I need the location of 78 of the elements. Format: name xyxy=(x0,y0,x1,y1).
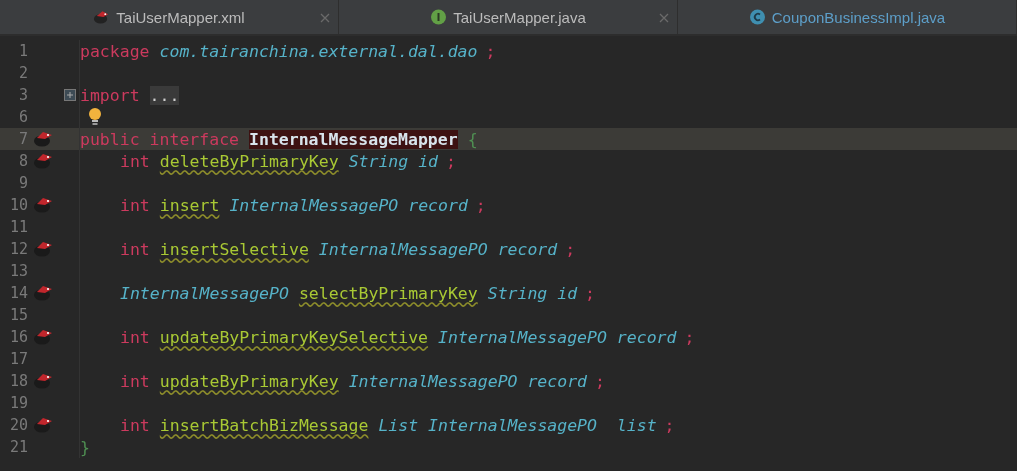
identifier: String id xyxy=(348,151,439,171)
bird-icon[interactable] xyxy=(32,328,54,346)
method-name: selectByPrimaryKey xyxy=(298,283,478,303)
line-number: 20 xyxy=(8,416,28,434)
method-name: insertSelective xyxy=(159,239,309,259)
tab-label: TaiUserMapper.xml xyxy=(116,8,245,26)
method-name: insert xyxy=(159,195,220,215)
identifier: InternalMessagePO record xyxy=(348,371,588,391)
keyword: interface xyxy=(149,129,239,149)
tab-label: CouponBusinessImpl.java xyxy=(771,8,946,26)
keyword: public xyxy=(80,129,140,149)
close-icon[interactable] xyxy=(659,13,669,23)
line-number: 19 xyxy=(8,394,28,412)
line-number: 15 xyxy=(8,306,28,324)
semicolon: ; xyxy=(485,41,496,61)
interface-name: InternalMessageMapper xyxy=(249,129,458,149)
line-number: 3 xyxy=(17,86,28,104)
method-name: deleteByPrimaryKey xyxy=(159,151,339,171)
identifier: List InternalMessagePO list xyxy=(378,415,657,435)
method-name: updateByPrimaryKey xyxy=(159,371,339,391)
editor-tab[interactable]: TaiUserMapper.xml xyxy=(0,0,339,34)
brace: } xyxy=(80,437,90,457)
keyword: int xyxy=(120,371,150,391)
keyword: int xyxy=(120,239,150,259)
line-number: 17 xyxy=(8,350,28,368)
line-number: 16 xyxy=(8,328,28,346)
line-number: 7 xyxy=(17,130,28,148)
line-number: 9 xyxy=(17,174,28,192)
line-number: 13 xyxy=(8,262,28,280)
keyword: int xyxy=(120,327,150,347)
bird-icon xyxy=(93,9,111,25)
line-number: 21 xyxy=(8,438,28,456)
editor-tab[interactable]: TaiUserMapper.java xyxy=(339,0,678,34)
bird-icon[interactable] xyxy=(32,152,54,170)
method-name: updateByPrimaryKeySelective xyxy=(159,327,429,347)
line-number: 6 xyxy=(17,108,28,126)
bird-icon[interactable] xyxy=(32,416,54,434)
line-number: 8 xyxy=(17,152,28,170)
editor-tab[interactable]: CouponBusinessImpl.java xyxy=(678,0,1017,34)
semicolon: ; xyxy=(585,283,596,303)
line-number: 2 xyxy=(17,64,28,82)
interface-icon xyxy=(430,9,448,25)
class-icon xyxy=(748,9,766,25)
keyword: int xyxy=(120,151,150,171)
bird-icon[interactable] xyxy=(32,372,54,390)
keyword: package xyxy=(80,41,150,61)
line-number: 11 xyxy=(8,218,28,236)
line-number: 10 xyxy=(8,196,28,214)
keyword: int xyxy=(120,195,150,215)
semicolon: ; xyxy=(595,371,605,391)
line-number: 14 xyxy=(8,284,28,302)
semicolon: ; xyxy=(664,415,675,435)
bird-icon[interactable] xyxy=(32,130,54,148)
keyword: int xyxy=(120,415,150,435)
bird-icon[interactable] xyxy=(32,284,54,302)
identifier: String id xyxy=(487,283,578,303)
identifier: InternalMessagePO record xyxy=(229,195,468,215)
keyword: import xyxy=(80,85,140,105)
identifier: InternalMessagePO record xyxy=(438,327,677,347)
identifier: InternalMessagePO record xyxy=(318,239,558,259)
identifier: InternalMessagePO xyxy=(120,283,289,303)
semicolon: ; xyxy=(475,195,486,215)
line-number: 18 xyxy=(8,372,28,390)
folded-imports: ... xyxy=(149,85,180,105)
line-number: 1 xyxy=(17,42,28,60)
identifier: com.tairanchina.external.dal.dao xyxy=(159,41,478,61)
semicolon: ; xyxy=(684,327,695,347)
lightbulb-icon[interactable] xyxy=(88,107,102,127)
semicolon: ; xyxy=(565,239,576,259)
line-number: 12 xyxy=(8,240,28,258)
tab-label: TaiUserMapper.java xyxy=(453,8,586,26)
brace: { xyxy=(467,129,478,149)
method-name: insertBatchBizMessage xyxy=(159,415,369,435)
bird-icon[interactable] xyxy=(32,240,54,258)
bird-icon[interactable] xyxy=(32,196,54,214)
close-icon[interactable] xyxy=(320,13,330,23)
expand-icon[interactable] xyxy=(64,89,76,101)
semicolon: ; xyxy=(446,151,456,171)
